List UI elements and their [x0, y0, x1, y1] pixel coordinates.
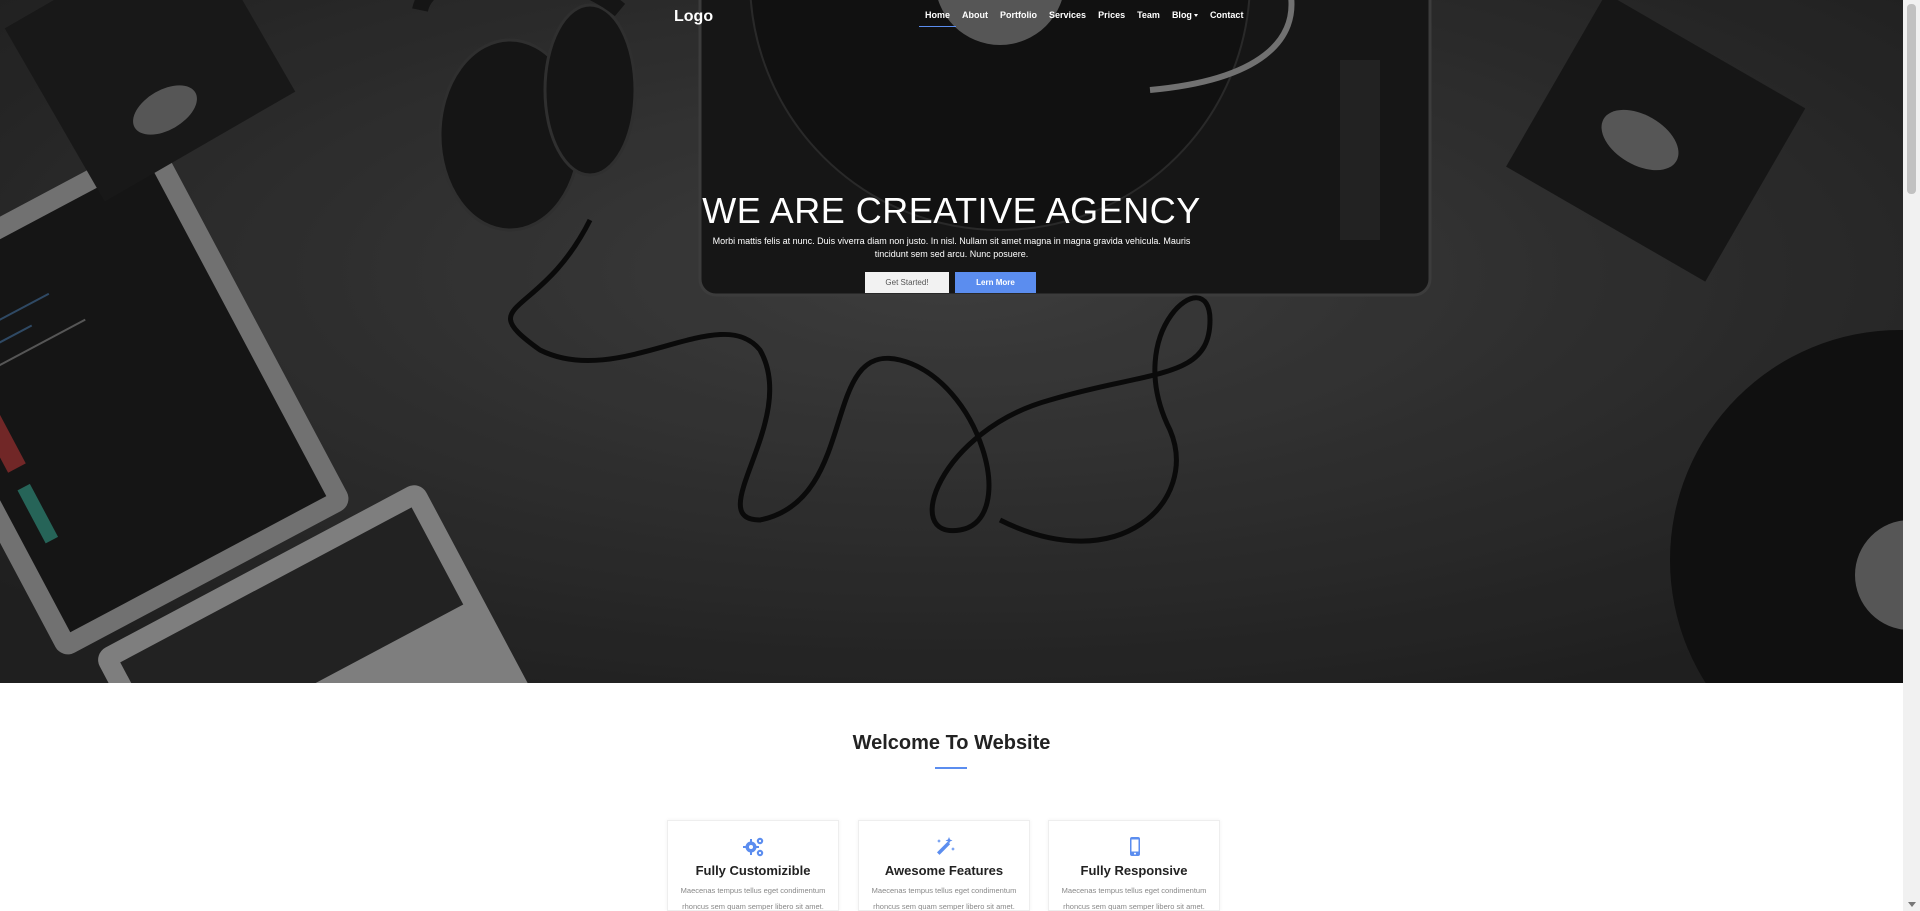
card-title: Fully Responsive [1080, 863, 1188, 878]
nav-menu: Home About Portfolio Services Prices Tea… [919, 10, 1250, 27]
nav-item-blog[interactable]: Blog [1166, 10, 1204, 20]
caret-down-icon [1193, 14, 1198, 18]
nav-item-blog-label: Blog [1171, 10, 1192, 20]
get-started-button[interactable]: Get Started! [865, 272, 949, 293]
nav-item-team[interactable]: Team [1131, 10, 1166, 20]
hero-title: WE ARE CREATIVE AGENCY [702, 190, 1201, 231]
scroll-down-arrow-icon[interactable] [1908, 902, 1916, 907]
card-title: Awesome Features [884, 863, 1004, 878]
card-text: Maecenas tempus tellus eget condimentum … [1061, 886, 1207, 911]
nav-item-services[interactable]: Services [1043, 10, 1092, 20]
scrollbar-thumb[interactable] [1907, 4, 1916, 194]
hero-text: Morbi mattis felis at nunc. Duis viverra… [712, 236, 1191, 259]
section-title: Welcome To Website [852, 732, 1051, 754]
hero-overlay [0, 0, 1903, 683]
card-text: Maecenas tempus tellus eget condimentum … [680, 886, 826, 911]
nav-item-contact[interactable]: Contact [1204, 10, 1250, 20]
hero-section: Logo Home About Portfolio Services Price… [0, 0, 1903, 683]
nav-item-about[interactable]: About [956, 10, 994, 20]
nav-item-portfolio[interactable]: Portfolio [994, 10, 1043, 20]
nav-item-home[interactable]: Home [919, 10, 957, 27]
logo[interactable]: Logo [674, 8, 713, 26]
feature-card: Fully Customizible Maecenas tempus tellu… [667, 820, 839, 911]
feature-card: Awesome Features Maecenas tempus tellus … [858, 820, 1030, 911]
magic-wand-icon [936, 837, 955, 855]
card-text: Maecenas tempus tellus eget condimentum … [871, 886, 1017, 911]
feature-card: Fully Responsive Maecenas tempus tellus … [1048, 820, 1220, 911]
nav-item-prices[interactable]: Prices [1092, 10, 1131, 20]
title-underline [935, 767, 967, 769]
gears-icon [743, 837, 764, 857]
mobile-icon [1130, 837, 1140, 856]
page-scrollbar[interactable] [1903, 0, 1920, 911]
card-title: Fully Customizible [695, 863, 811, 878]
learn-more-button[interactable]: Lern More [955, 272, 1036, 293]
navbar: Logo Home About Portfolio Services Price… [0, 0, 1903, 34]
